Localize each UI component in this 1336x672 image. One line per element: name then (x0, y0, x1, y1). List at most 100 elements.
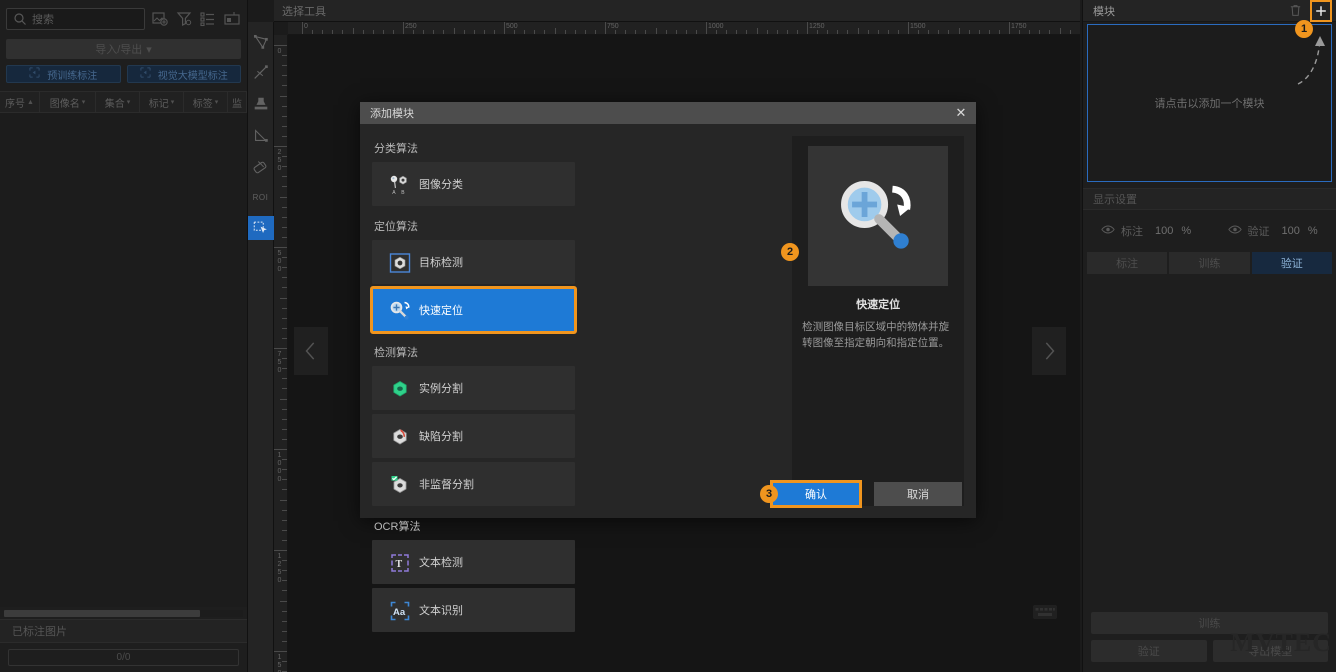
column-label: 监 (232, 98, 242, 110)
column-header-label[interactable]: 标签 ▾ (184, 92, 228, 112)
roi-tool-icon[interactable]: ROI (249, 185, 273, 209)
unsupervised-segmentation-card[interactable]: 非监督分割 (372, 462, 575, 506)
ruler-major-tick (274, 651, 287, 652)
ruler-minor-tick (280, 499, 287, 501)
column-header-image-name[interactable]: 图像名 ▾ (40, 92, 96, 112)
keyboard-shortcuts-icon[interactable] (1032, 602, 1058, 622)
ruler-minor-tick (282, 489, 287, 491)
image-filter-icon[interactable] (151, 10, 169, 28)
stamp-tool-icon[interactable] (249, 92, 273, 116)
instance-segmentation-card[interactable]: 实例分割 (372, 366, 575, 410)
ruler-major-tick (302, 22, 303, 34)
add-module-button[interactable] (1310, 0, 1332, 22)
ruler-minor-tick (282, 570, 287, 572)
quick-locate-card[interactable]: 快速定位 (370, 286, 577, 334)
ruler-tick-label: 5 (277, 250, 282, 257)
column-header-set[interactable]: 集合 ▾ (96, 92, 140, 112)
action-buttons-group: 训练 验证 导出模型 (1083, 612, 1336, 672)
confirm-button[interactable]: 确认 (770, 480, 862, 508)
pretrain-annotate-button[interactable]: 预训练标注 (6, 65, 121, 83)
close-icon[interactable]: ✕ (952, 104, 970, 122)
classification-icon: A B (388, 173, 410, 196)
ruler-minor-tick (453, 28, 455, 34)
image-classification-card[interactable]: A B 图像分类 (372, 162, 575, 206)
mode-tabs: 标注 训练 验证 (1087, 252, 1332, 274)
text-recognition-card[interactable]: Aa 文本识别 (372, 588, 575, 632)
train-button[interactable]: 训练 (1091, 612, 1328, 634)
tab-validate[interactable]: 验证 (1251, 252, 1332, 274)
eye-icon[interactable] (1101, 224, 1115, 238)
column-header-mark[interactable]: 标记 ▾ (140, 92, 184, 112)
import-export-button[interactable]: 导入/导出 ▾ (6, 39, 241, 59)
ruler-minor-tick (280, 600, 287, 602)
drawing-tools-toolbar: ROI (247, 22, 274, 672)
polygon-tool-icon[interactable] (249, 30, 273, 54)
ruler-minor-tick (756, 28, 758, 34)
line-tool-icon[interactable] (249, 61, 273, 85)
validation-opacity-label: 验证 (1247, 226, 1270, 238)
sort-arrow-icon: ▲ (27, 98, 34, 106)
ruler-minor-tick (282, 115, 287, 117)
column-label: 图像名 (49, 98, 80, 110)
ruler-minor-tick (282, 206, 287, 208)
scrollbar-thumb[interactable] (4, 609, 200, 617)
annotation-opacity-control[interactable]: 标注 100 % (1083, 223, 1210, 239)
funnel-filter-icon[interactable] (175, 10, 193, 28)
text-detection-card[interactable]: T 文本检测 (372, 540, 575, 584)
scrollbar-track[interactable] (4, 609, 243, 617)
defect-segmentation-card[interactable]: 缺陷分割 (372, 414, 575, 458)
card-label: 快速定位 (419, 305, 463, 317)
ruler-major-tick (274, 45, 287, 46)
ruler-major-tick (605, 22, 606, 34)
select-tool-icon[interactable] (247, 216, 274, 240)
layout-view-icon[interactable] (223, 10, 241, 28)
list-view-icon[interactable] (199, 10, 217, 28)
ruler-minor-tick (282, 661, 287, 663)
eraser-tool-icon[interactable] (249, 154, 273, 178)
previous-image-button[interactable] (294, 327, 328, 375)
ruler-minor-tick (282, 560, 287, 562)
column-header-index[interactable]: 序号 ▲ (0, 92, 40, 112)
bounding-box-icon (29, 67, 43, 81)
preview-image (808, 146, 949, 286)
ruler-tick-label: 0 (277, 258, 282, 265)
column-header-supervise[interactable]: 监 (228, 92, 247, 112)
import-export-label: 导入/导出 (95, 44, 143, 56)
object-detection-card[interactable]: 目标检测 (372, 240, 575, 284)
detection-cards: 实例分割 缺陷分割 非监督分割 (372, 366, 780, 506)
ruler-minor-tick (1059, 28, 1061, 34)
ruler-tick-label: 1000 (708, 23, 724, 30)
module-panel-title: 模块 (1093, 5, 1115, 18)
vlm-annotate-button[interactable]: 视觉大模型标注 (126, 65, 241, 83)
eye-icon[interactable] (1227, 224, 1242, 238)
shape-tool-icon[interactable] (249, 123, 273, 147)
next-image-button[interactable] (1032, 327, 1066, 375)
ruler-tick-label: 750 (607, 23, 619, 30)
localization-cards: 目标检测 快速定位 (370, 240, 780, 334)
defect-segmentation-icon (388, 425, 410, 447)
quick-locate-icon (388, 299, 410, 321)
cancel-button[interactable]: 取消 (874, 482, 962, 506)
opacity-controls-row: 标注 100 % 验证 100 % (1083, 210, 1336, 252)
ruler-minor-tick (280, 196, 287, 198)
tab-train[interactable]: 训练 (1169, 252, 1250, 274)
export-model-button[interactable]: 导出模型 (1212, 640, 1328, 662)
ruler-minor-tick (655, 28, 657, 34)
horizontal-scrollbar[interactable] (0, 607, 247, 619)
ruler-minor-tick (282, 479, 287, 481)
validate-button[interactable]: 验证 (1091, 640, 1207, 662)
dialog-title: 添加模块 (370, 108, 414, 120)
card-label: 非监督分割 (419, 479, 474, 491)
ruler-minor-tick (958, 28, 960, 34)
display-settings-label: 显示设置 (1083, 188, 1336, 210)
ruler-tick-label: 7 (277, 351, 282, 358)
tab-annotate[interactable]: 标注 (1087, 252, 1168, 274)
validation-opacity-control[interactable]: 验证 100 % (1210, 223, 1336, 239)
sort-arrow-icon: ▾ (81, 99, 86, 106)
search-input[interactable]: 搜索 (6, 8, 145, 30)
trash-icon[interactable] (1288, 3, 1304, 19)
ruler-minor-tick (282, 630, 287, 632)
ruler-tick-label: 2 (277, 149, 282, 156)
module-dropzone[interactable]: 请点击以添加一个模块 (1087, 24, 1332, 182)
ruler-minor-tick (282, 438, 287, 440)
